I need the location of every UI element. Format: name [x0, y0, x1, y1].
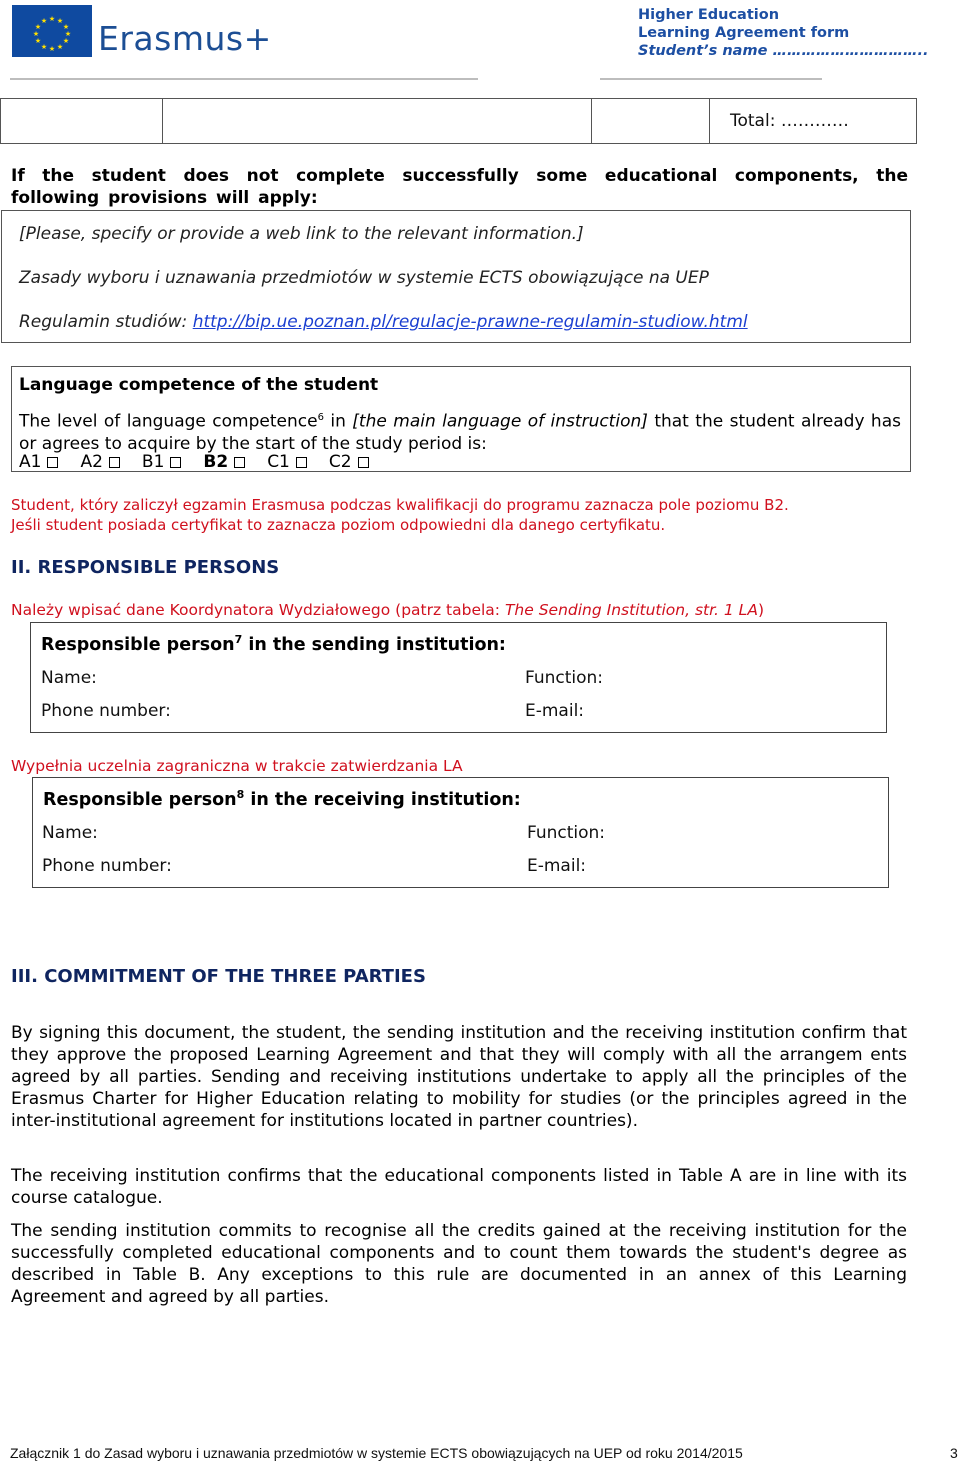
note-line: Student, który zaliczył egzamin Erasmusa…	[11, 496, 789, 514]
checkbox[interactable]	[170, 456, 182, 468]
eu-stars-icon: ★ ★ ★ ★ ★ ★ ★ ★ ★ ★ ★ ★	[12, 5, 92, 57]
commitment-paragraph: By signing this document, the student, t…	[11, 1023, 907, 1131]
level-option-a1[interactable]: A1	[19, 451, 59, 473]
provisions-heading: If the student does not complete success…	[11, 166, 908, 208]
svg-text:★: ★	[49, 45, 55, 53]
checkbox[interactable]	[295, 456, 307, 468]
section-heading-commitment: III. COMMITMENT OF THE THREE PARTIES	[11, 966, 426, 987]
checkbox[interactable]	[47, 456, 59, 468]
phone-field[interactable]: Phone number:	[41, 701, 171, 721]
language-competence-text: The level of language competence6 in [th…	[19, 407, 901, 455]
commitment-paragraph: The receiving institution confirms that …	[11, 1166, 907, 1208]
note-line: Jeśli student posiada certyfikat to zazn…	[11, 516, 666, 534]
provisions-regulations: Regulamin studiów: http://bip.ue.poznan.…	[19, 312, 748, 332]
title-text: Responsible person	[41, 634, 235, 655]
note-text: Należy wpisać dane Koordynatora Wydziało…	[11, 601, 505, 619]
total-cell: Total: …………	[730, 111, 849, 131]
note-text: )	[757, 601, 764, 619]
svg-text:★: ★	[33, 30, 39, 38]
receiving-note: Wypełnia uczelnia zagraniczna w trakcie …	[11, 757, 463, 775]
level-label: A1	[19, 452, 42, 472]
svg-text:★: ★	[35, 37, 41, 45]
language-competence-title: Language competence of the student	[19, 375, 379, 395]
regulations-label: Regulamin studiów:	[19, 312, 193, 332]
table-cell	[592, 99, 710, 143]
commitment-paragraph: The sending institution commits to recog…	[11, 1221, 907, 1307]
level-label: B2	[203, 452, 229, 472]
title-text: in the receiving institution:	[244, 789, 521, 810]
title-text: Responsible person	[43, 789, 237, 810]
checkbox[interactable]	[234, 456, 246, 468]
level-label: A2	[80, 452, 103, 472]
name-field[interactable]: Name:	[42, 823, 98, 843]
table-cell	[163, 99, 592, 143]
function-field[interactable]: Function:	[525, 668, 603, 688]
language-competence-box: Language competence of the student The l…	[11, 366, 911, 472]
level-option-c2[interactable]: C2	[329, 451, 369, 473]
checkbox[interactable]	[108, 456, 120, 468]
email-field[interactable]: E-mail:	[525, 701, 584, 721]
body-text: in	[323, 411, 353, 432]
level-option-b1[interactable]: B1	[141, 451, 182, 473]
regulations-link[interactable]: http://bip.ue.poznan.pl/regulacje-prawne…	[193, 312, 748, 332]
phone-field[interactable]: Phone number:	[42, 856, 172, 876]
level-label: B1	[141, 452, 165, 472]
function-field[interactable]: Function:	[527, 823, 605, 843]
language-level-options: A1 A2 B1 B2 C1 C2	[19, 451, 391, 473]
title-line-2: Learning Agreement form	[638, 25, 850, 41]
sending-person-title: Responsible person7 in the sending insti…	[41, 633, 506, 655]
title-text: in the sending institution:	[242, 634, 506, 655]
table-cell	[1, 99, 163, 143]
erasmus-logo-text: Erasmus+	[98, 19, 272, 58]
level-option-a2[interactable]: A2	[80, 451, 120, 473]
receiving-person-title: Responsible person8 in the receiving ins…	[43, 788, 521, 810]
language-note: Student, który zaliczył egzamin Erasmusa…	[11, 495, 911, 535]
provisions-box: [Please, specify or provide a web link t…	[1, 210, 911, 343]
document-title: Higher Education Learning Agreement form…	[638, 6, 928, 60]
checkbox[interactable]	[357, 456, 369, 468]
level-option-c1[interactable]: C1	[267, 451, 307, 473]
eu-flag-logo: ★ ★ ★ ★ ★ ★ ★ ★ ★ ★ ★ ★	[12, 5, 92, 57]
level-label: C1	[267, 452, 290, 472]
title-line-1: Higher Education	[638, 7, 780, 23]
sending-note: Należy wpisać dane Koordynatora Wydziało…	[11, 601, 764, 619]
svg-text:★: ★	[57, 43, 63, 51]
level-label: C2	[328, 452, 352, 472]
name-field[interactable]: Name:	[41, 668, 97, 688]
sending-responsible-person-box: Responsible person7 in the sending insti…	[30, 622, 887, 733]
page-number: 3	[950, 1445, 958, 1461]
header-divider-left	[10, 78, 478, 80]
student-name-line: Student’s name …………………………..	[638, 43, 929, 59]
provisions-instruction: [Please, specify or provide a web link t…	[19, 224, 584, 244]
svg-text:★: ★	[41, 43, 47, 51]
svg-text:★: ★	[49, 15, 55, 23]
receiving-responsible-person-box: Responsible person8 in the receiving ins…	[32, 777, 889, 888]
email-field[interactable]: E-mail:	[527, 856, 586, 876]
body-italic-text: [the main language of instruction]	[352, 411, 648, 432]
body-text: The level of language competence	[19, 411, 318, 432]
page-footer: Załącznik 1 do Zasad wyboru i uznawania …	[10, 1445, 743, 1461]
provisions-rules: Zasady wyboru i uznawania przedmiotów w …	[19, 268, 709, 288]
section-heading-responsible-persons: II. RESPONSIBLE PERSONS	[11, 557, 280, 578]
note-italic: The Sending Institution, str. 1 LA	[504, 601, 758, 619]
header-divider-right	[600, 78, 822, 80]
svg-text:★: ★	[41, 17, 47, 25]
svg-text:★: ★	[63, 37, 69, 45]
credits-total-row: Total: …………	[0, 98, 917, 144]
level-option-b2[interactable]: B2	[203, 451, 246, 473]
